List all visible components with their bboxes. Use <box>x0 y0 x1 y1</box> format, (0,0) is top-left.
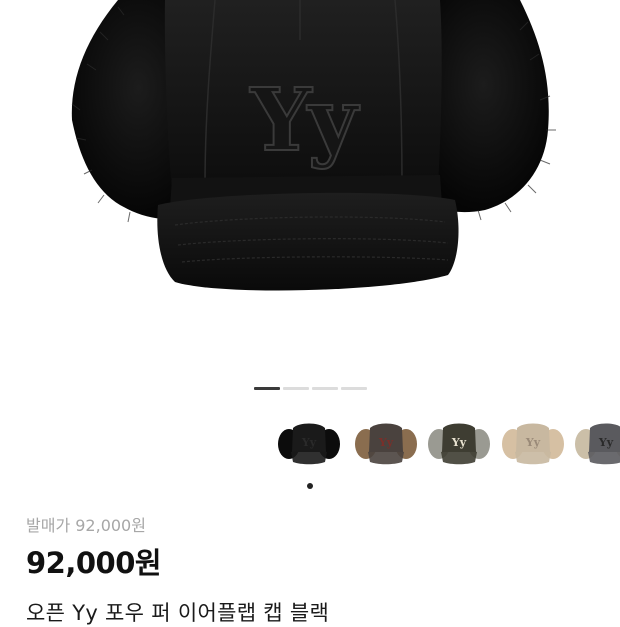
cap-thumbnail-icon: Yy <box>278 423 340 465</box>
product-title: 오픈 Yy 포우 퍼 이어플랩 캡 블랙 <box>26 601 330 625</box>
color-option-grey[interactable]: Yy <box>574 418 620 474</box>
visor <box>157 192 459 291</box>
cap-thumbnail-icon: Yy <box>428 423 490 465</box>
cap-illustration: Yy <box>71 0 556 291</box>
image-pager <box>254 387 367 390</box>
svg-text:Yy: Yy <box>451 436 467 449</box>
color-option-list: Yy Yy Yy Yy Yy <box>277 418 620 476</box>
color-option-black[interactable]: Yy <box>277 418 341 474</box>
hero-logo-text: Yy <box>249 70 360 171</box>
pager-segment-4[interactable] <box>341 387 367 390</box>
svg-text:Yy: Yy <box>378 436 394 449</box>
pager-segment-2[interactable] <box>283 387 309 390</box>
list-price: 발매가 92,000원 <box>26 516 146 535</box>
sale-price: 92,000원 <box>26 546 162 580</box>
product-main-image[interactable]: Yy <box>0 0 620 372</box>
pager-segment-3[interactable] <box>312 387 338 390</box>
svg-text:Yy: Yy <box>525 436 541 449</box>
selected-indicator-dot <box>307 483 313 489</box>
color-option-olive[interactable]: Yy <box>427 418 491 474</box>
cap-thumbnail-icon: Yy <box>355 423 417 465</box>
cap-thumbnail-icon: Yy <box>502 423 564 465</box>
pager-segment-1[interactable] <box>254 387 280 390</box>
color-option-brown[interactable]: Yy <box>354 418 418 474</box>
svg-text:Yy: Yy <box>598 436 614 449</box>
color-option-beige[interactable]: Yy <box>501 418 565 474</box>
svg-text:Yy: Yy <box>301 436 317 449</box>
cap-thumbnail-icon: Yy <box>575 423 620 465</box>
